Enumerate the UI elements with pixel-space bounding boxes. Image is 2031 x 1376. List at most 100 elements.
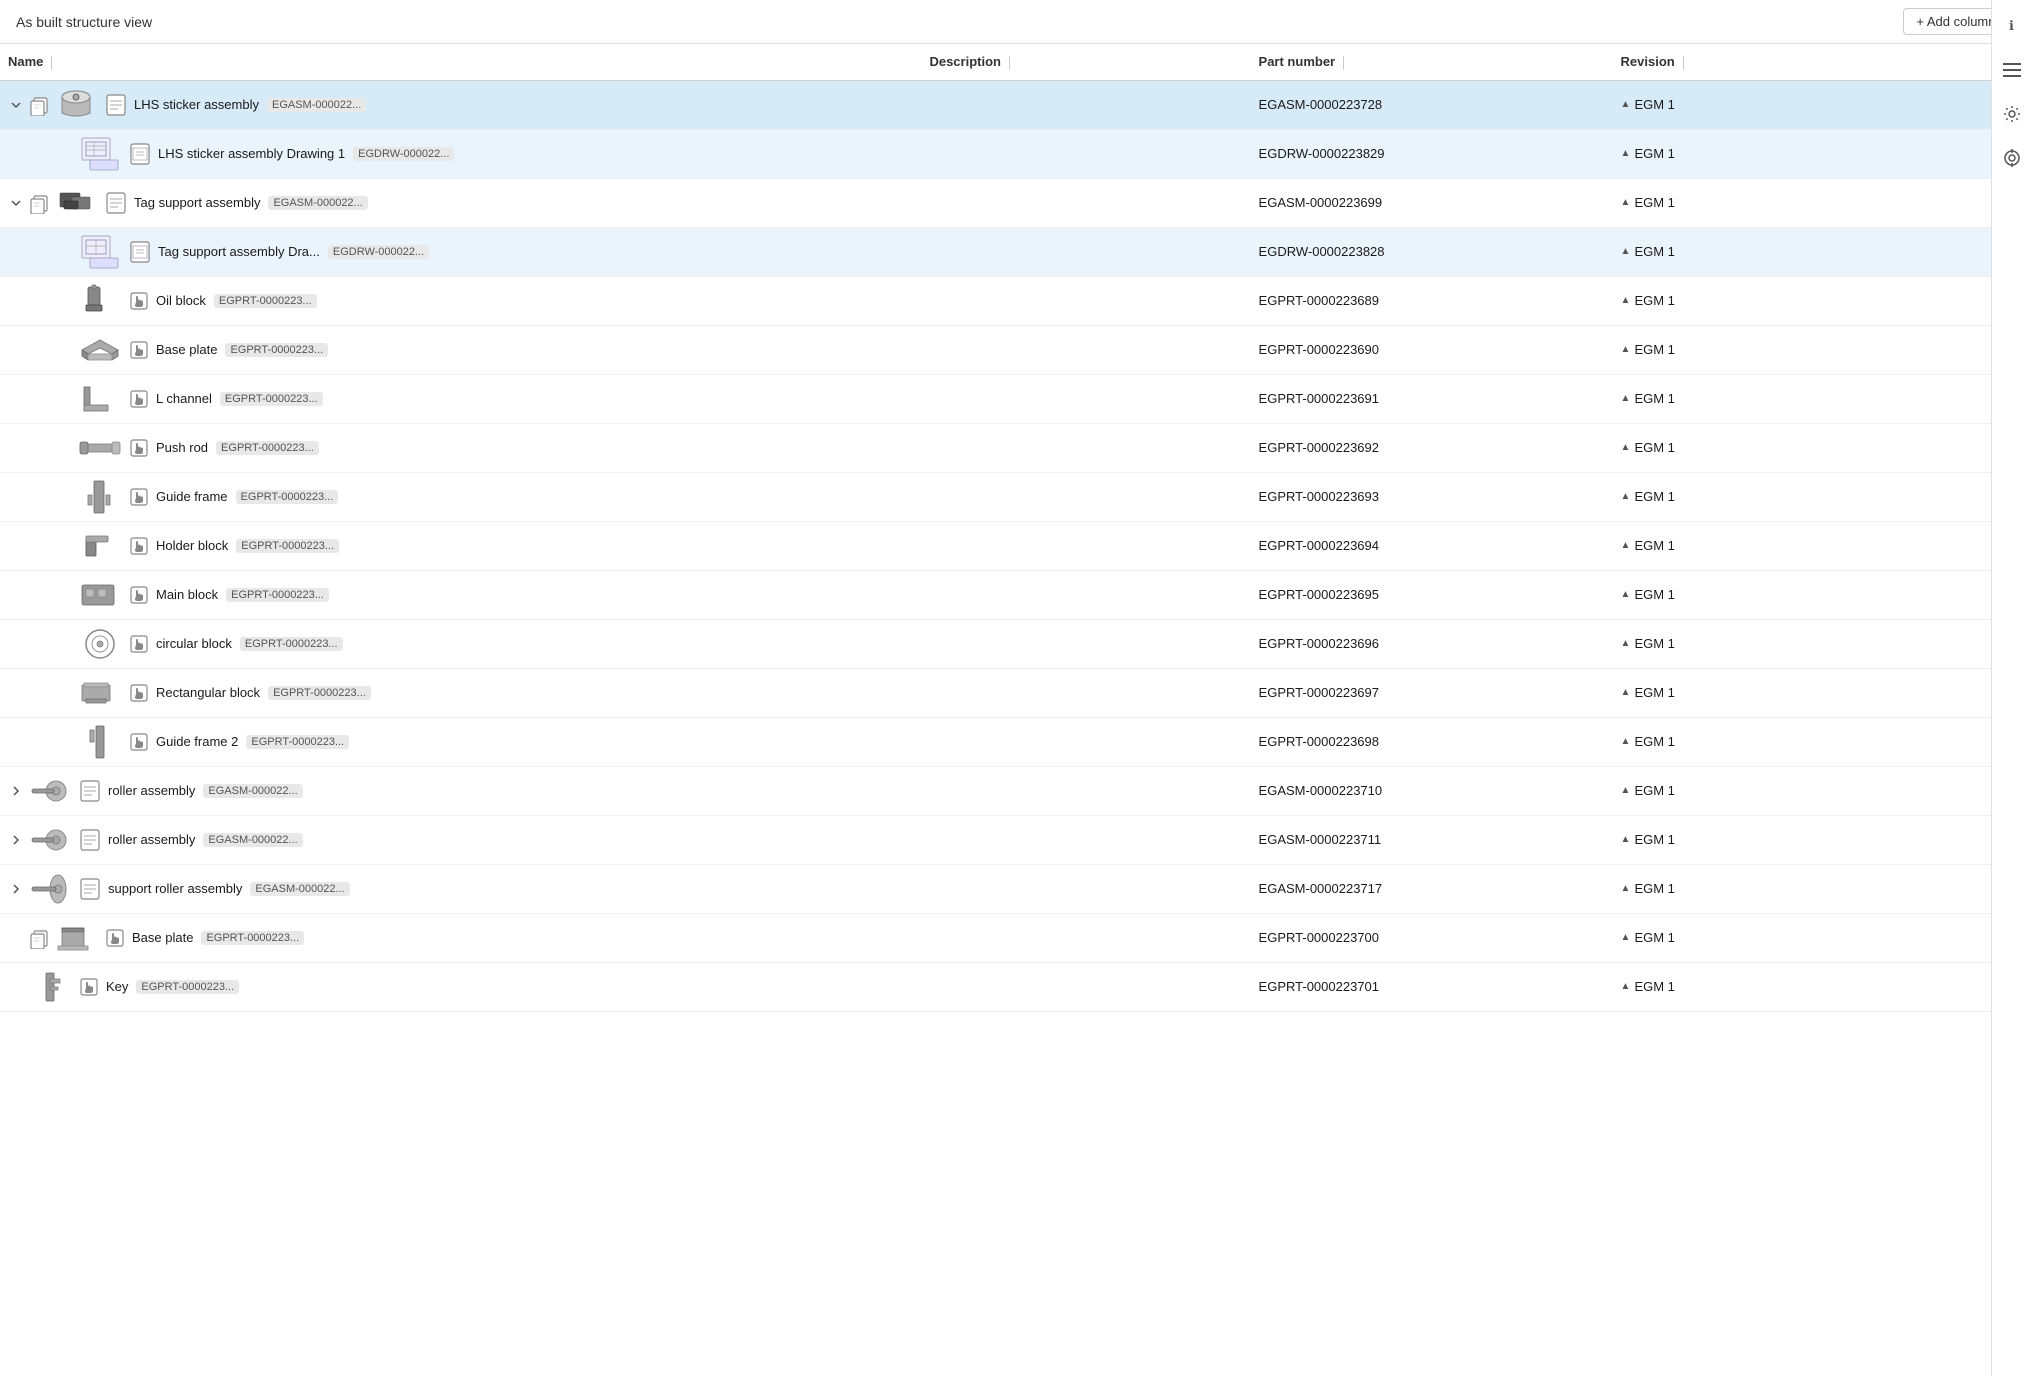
- item-name-label: Main block: [156, 587, 218, 602]
- expand-button[interactable]: [8, 832, 24, 848]
- part-number-cell: EGPRT-0000223690: [1251, 325, 1613, 374]
- item-tag-label: EGPRT-0000223...: [236, 539, 339, 553]
- revision-cell: ▲EGM 1: [1613, 864, 1909, 913]
- item-tag-label: EGPRT-0000223...: [220, 392, 323, 406]
- col-header-revision[interactable]: Revision: [1613, 44, 1909, 80]
- item-name-label: Base plate: [156, 342, 217, 357]
- copy-icon[interactable]: [28, 927, 50, 949]
- item-thumbnail: [78, 626, 122, 662]
- item-tag-label: EGPRT-0000223...: [214, 294, 317, 308]
- item-thumbnail: [28, 969, 72, 1005]
- revision-triangle-icon: ▲: [1621, 981, 1631, 992]
- revision-label: EGM 1: [1634, 979, 1674, 994]
- table-row[interactable]: Guide frame 2EGPRT-0000223... EGPRT-00002…: [0, 717, 1991, 766]
- col-header-name[interactable]: Name: [0, 44, 921, 80]
- table-row[interactable]: Rectangular blockEGPRT-0000223...EGPRT-0…: [0, 668, 1991, 717]
- part-number-cell: EGPRT-0000223696: [1251, 619, 1613, 668]
- name-cell: KeyEGPRT-0000223...: [0, 962, 921, 1011]
- revision-cell: ▲EGM 1: [1613, 815, 1909, 864]
- collapse-button[interactable]: [8, 97, 24, 113]
- revision-triangle-icon: ▲: [1621, 687, 1631, 698]
- actions-cell: [1909, 276, 1991, 325]
- table-row[interactable]: Main blockEGPRT-0000223...EGPRT-00002236…: [0, 570, 1991, 619]
- table-row[interactable]: LHS sticker assembly Drawing 1EGDRW-0000…: [0, 129, 1991, 178]
- table-row[interactable]: Guide frameEGPRT-0000223...EGPRT-0000223…: [0, 472, 1991, 521]
- actions-cell: [1909, 374, 1991, 423]
- description-cell: [921, 129, 1250, 178]
- revision-label: EGM 1: [1634, 195, 1674, 210]
- list-icon[interactable]: [1998, 56, 2026, 84]
- table-row[interactable]: circular blockEGPRT-0000223...EGPRT-0000…: [0, 619, 1991, 668]
- table-row[interactable]: Base plateEGPRT-0000223...EGPRT-00002236…: [0, 325, 1991, 374]
- item-tag-label: EGASM-000022...: [268, 196, 367, 210]
- structure-table: Name Description Part number Revision: [0, 44, 1991, 1012]
- table-row[interactable]: Holder blockEGPRT-0000223...EGPRT-000022…: [0, 521, 1991, 570]
- actions-cell: [1909, 521, 1991, 570]
- table-row[interactable]: Push rodEGPRT-0000223...EGPRT-0000223692…: [0, 423, 1991, 472]
- table-row[interactable]: KeyEGPRT-0000223... EGPRT-0000223701 ▲EGM …: [0, 962, 1991, 1011]
- table-row[interactable]: LHS sticker assemblyEGASM-000022...EGASM…: [0, 80, 1991, 129]
- description-cell: [921, 668, 1250, 717]
- item-thumbnail: [78, 283, 122, 319]
- revision-label: EGM 1: [1634, 832, 1674, 847]
- item-name-label: Push rod: [156, 440, 208, 455]
- type-icon: [130, 733, 148, 751]
- name-cell: Oil blockEGPRT-0000223...: [0, 276, 921, 325]
- revision-triangle-icon: ▲: [1621, 589, 1631, 600]
- table-row[interactable]: Tag support assembly Dra...EGDRW-000022.…: [0, 227, 1991, 276]
- revision-triangle-icon: ▲: [1621, 197, 1631, 208]
- revision-triangle-icon: ▲: [1621, 344, 1631, 355]
- description-cell: [921, 864, 1250, 913]
- actions-cell: [1909, 129, 1991, 178]
- revision-triangle-icon: ▲: [1621, 638, 1631, 649]
- table-container: Name Description Part number Revision: [0, 44, 2031, 1376]
- item-name-label: Rectangular block: [156, 685, 260, 700]
- table-row[interactable]: Oil blockEGPRT-0000223...EGPRT-000022368…: [0, 276, 1991, 325]
- col-header-description[interactable]: Description: [921, 44, 1250, 80]
- type-icon: [130, 684, 148, 702]
- table-row[interactable]: support roller assemblyEGASM-000022...EG…: [0, 864, 1991, 913]
- table-row[interactable]: roller assemblyEGASM-000022...EGASM-0000…: [0, 766, 1991, 815]
- part-number-cell: EGPRT-0000223695: [1251, 570, 1613, 619]
- expand-button[interactable]: [8, 783, 24, 799]
- revision-triangle-icon: ▲: [1621, 834, 1631, 845]
- actions-cell: [1909, 864, 1991, 913]
- info-icon[interactable]: ℹ: [1998, 12, 2026, 40]
- item-tag-label: EGASM-000022...: [250, 882, 349, 896]
- table-row[interactable]: Tag support assemblyEGASM-000022...EGASM…: [0, 178, 1991, 227]
- table-row[interactable]: roller assemblyEGASM-000022...EGASM-0000…: [0, 815, 1991, 864]
- revision-triangle-icon: ▲: [1621, 785, 1631, 796]
- copy-icon[interactable]: [28, 94, 50, 116]
- name-cell: Guide frame 2EGPRT-0000223...: [0, 717, 921, 766]
- item-thumbnail: [28, 773, 72, 809]
- item-tag-label: EGASM-000022...: [203, 833, 302, 847]
- table-row[interactable]: L channelEGPRT-0000223...EGPRT-000022369…: [0, 374, 1991, 423]
- part-number-cell: EGPRT-0000223697: [1251, 668, 1613, 717]
- description-cell: [921, 423, 1250, 472]
- expand-button[interactable]: [8, 881, 24, 897]
- col-header-part-number[interactable]: Part number: [1251, 44, 1613, 80]
- type-icon: [80, 978, 98, 996]
- part-number-cell: EGPRT-0000223701: [1251, 962, 1613, 1011]
- revision-triangle-icon: ▲: [1621, 295, 1631, 306]
- gear-icon[interactable]: [1998, 100, 2026, 128]
- description-cell: [921, 815, 1250, 864]
- revision-label: EGM 1: [1634, 489, 1674, 504]
- actions-cell: [1909, 325, 1991, 374]
- item-tag-label: EGPRT-0000223...: [136, 980, 239, 994]
- revision-label: EGM 1: [1634, 97, 1674, 112]
- actions-cell: [1909, 423, 1991, 472]
- part-number-cell: EGPRT-0000223698: [1251, 717, 1613, 766]
- item-thumbnail: [28, 871, 72, 907]
- table-row[interactable]: Base plateEGPRT-0000223...EGPRT-00002237…: [0, 913, 1991, 962]
- description-cell: [921, 472, 1250, 521]
- actions-cell: [1909, 766, 1991, 815]
- collapse-button[interactable]: [8, 195, 24, 211]
- target-icon[interactable]: [1998, 144, 2026, 172]
- item-thumbnail: [28, 822, 72, 858]
- item-thumbnail: [78, 430, 122, 466]
- item-name-label: Tag support assembly: [134, 195, 260, 210]
- copy-icon[interactable]: [28, 192, 50, 214]
- item-tag-label: EGDRW-000022...: [353, 147, 454, 161]
- description-cell: [921, 325, 1250, 374]
